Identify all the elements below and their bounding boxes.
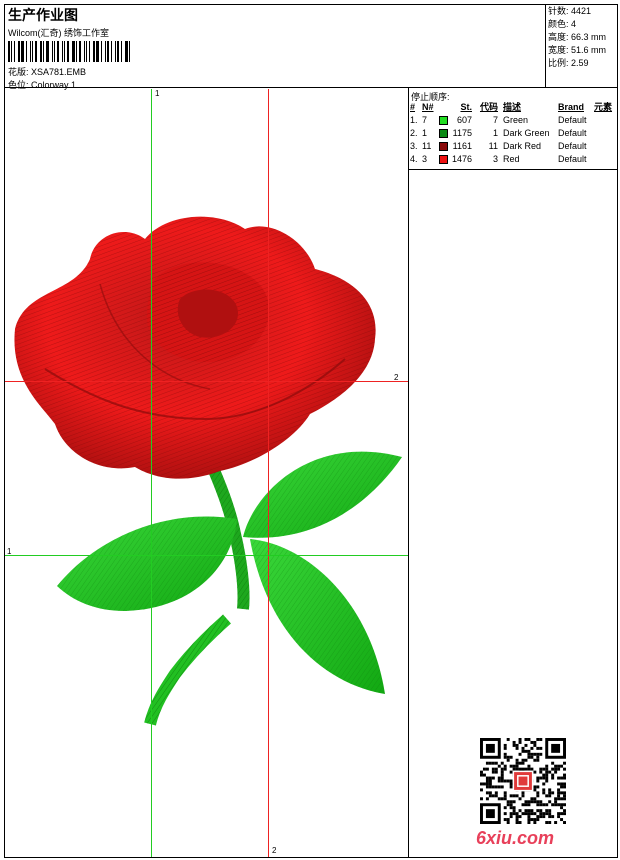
design-stats: 针数: 4421 颜色: 4 高度: 66.3 mm 宽度: 51.6 mm 比… bbox=[546, 4, 618, 88]
studio-name: Wilcom(汇奇) 绣饰工作室 bbox=[8, 28, 109, 38]
barcode-bar bbox=[115, 41, 116, 62]
barcode-bar bbox=[40, 41, 42, 62]
barcode-bar bbox=[11, 41, 12, 62]
barcode bbox=[8, 41, 132, 62]
guide-line-vertical-red bbox=[268, 89, 269, 857]
guide-label-right: 2 bbox=[394, 373, 399, 382]
col-index: # bbox=[410, 102, 416, 112]
guide-line-vertical-green bbox=[151, 89, 152, 857]
col-needle: N# bbox=[422, 102, 434, 112]
barcode-bar bbox=[107, 41, 109, 62]
watermark-logo: 6xiu.com bbox=[476, 828, 555, 848]
rose-leaves bbox=[57, 451, 402, 694]
rose-bloom bbox=[14, 216, 376, 479]
barcode-bar bbox=[46, 41, 49, 62]
table-row: 1. 7 607 7 Green Default bbox=[410, 115, 587, 125]
guide-line-horizontal-green bbox=[5, 555, 408, 556]
barcode-bar bbox=[111, 41, 112, 62]
barcode-bar bbox=[101, 41, 102, 62]
barcode-bar bbox=[105, 41, 106, 62]
stat-scale: 比例: 2.59 bbox=[548, 58, 589, 68]
embroidery-preview bbox=[14, 216, 402, 726]
stat-colors: 颜色: 4 bbox=[548, 19, 577, 29]
design-canvas[interactable]: 1 2 1 2 bbox=[5, 89, 408, 857]
qr-code bbox=[480, 738, 566, 824]
color-swatch bbox=[439, 155, 448, 164]
col-brand: Brand bbox=[558, 102, 585, 112]
color-swatch bbox=[439, 142, 448, 151]
barcode-bar bbox=[96, 41, 99, 62]
stop-sequence-table: # N# St. 代码 描述 Brand 元素 1. 7 607 7 Green De… bbox=[410, 101, 618, 166]
stat-width: 宽度: 51.6 mm bbox=[548, 45, 607, 55]
color-swatch bbox=[439, 116, 448, 125]
table-header: # N# St. 代码 描述 Brand 元素 bbox=[410, 101, 618, 114]
barcode-bar bbox=[18, 41, 20, 62]
barcode-bar bbox=[117, 41, 119, 62]
barcode-bar bbox=[35, 41, 37, 62]
col-stitches: St. bbox=[460, 102, 472, 112]
table-row: 2. 1 1175 1 Dark Green Default bbox=[410, 128, 587, 138]
table-divider bbox=[408, 169, 618, 170]
col-description: 描述 bbox=[503, 102, 522, 112]
barcode-bar bbox=[89, 41, 90, 62]
barcode-bar bbox=[30, 41, 31, 62]
barcode-bar bbox=[26, 41, 27, 62]
barcode-bar bbox=[64, 41, 65, 62]
stat-height: 高度: 66.3 mm bbox=[548, 32, 607, 42]
barcode-bar bbox=[121, 41, 122, 62]
barcode-bar bbox=[43, 41, 44, 62]
table-row: 3. 11 1161 11 Dark Red Default bbox=[410, 141, 587, 151]
barcode-bar bbox=[32, 41, 33, 62]
stat-stitches: 针数: 4421 bbox=[548, 6, 592, 16]
barcode-bar bbox=[93, 41, 95, 62]
barcode-bar bbox=[86, 41, 87, 62]
panel-divider bbox=[408, 88, 409, 858]
barcode-bar bbox=[129, 41, 130, 62]
barcode-bar bbox=[125, 41, 128, 62]
barcode-bar bbox=[21, 41, 24, 62]
barcode-bar bbox=[79, 41, 81, 62]
barcode-bar bbox=[14, 41, 15, 62]
header-panel: 生产作业图 Wilcom(汇奇) 绣饰工作室 花版: XSA781.EMB 色位… bbox=[4, 4, 546, 90]
barcode-bar bbox=[76, 41, 77, 62]
guide-label-left: 1 bbox=[7, 547, 12, 556]
barcode-bar bbox=[72, 41, 75, 62]
barcode-bar bbox=[67, 41, 69, 62]
barcode-bar bbox=[62, 41, 63, 62]
color-swatch bbox=[439, 129, 448, 138]
guide-label-top: 1 bbox=[155, 89, 160, 98]
col-element: 元素 bbox=[594, 102, 613, 112]
table-row: 4. 3 1476 3 Red Default bbox=[410, 154, 587, 164]
design-file-name: XSA781.EMB bbox=[31, 67, 87, 77]
guide-label-bottom: 2 bbox=[272, 846, 277, 855]
barcode-bar bbox=[84, 41, 85, 62]
barcode-bar bbox=[54, 41, 55, 62]
barcode-bar bbox=[52, 41, 53, 62]
design-file: 花版: XSA781.EMB bbox=[8, 65, 86, 78]
barcode-bar bbox=[8, 41, 10, 62]
barcode-bar bbox=[57, 41, 59, 62]
col-code: 代码 bbox=[479, 102, 498, 112]
page-title: 生产作业图 bbox=[8, 7, 78, 23]
guide-line-horizontal-red bbox=[5, 381, 408, 382]
design-file-label: 花版: bbox=[8, 67, 29, 77]
